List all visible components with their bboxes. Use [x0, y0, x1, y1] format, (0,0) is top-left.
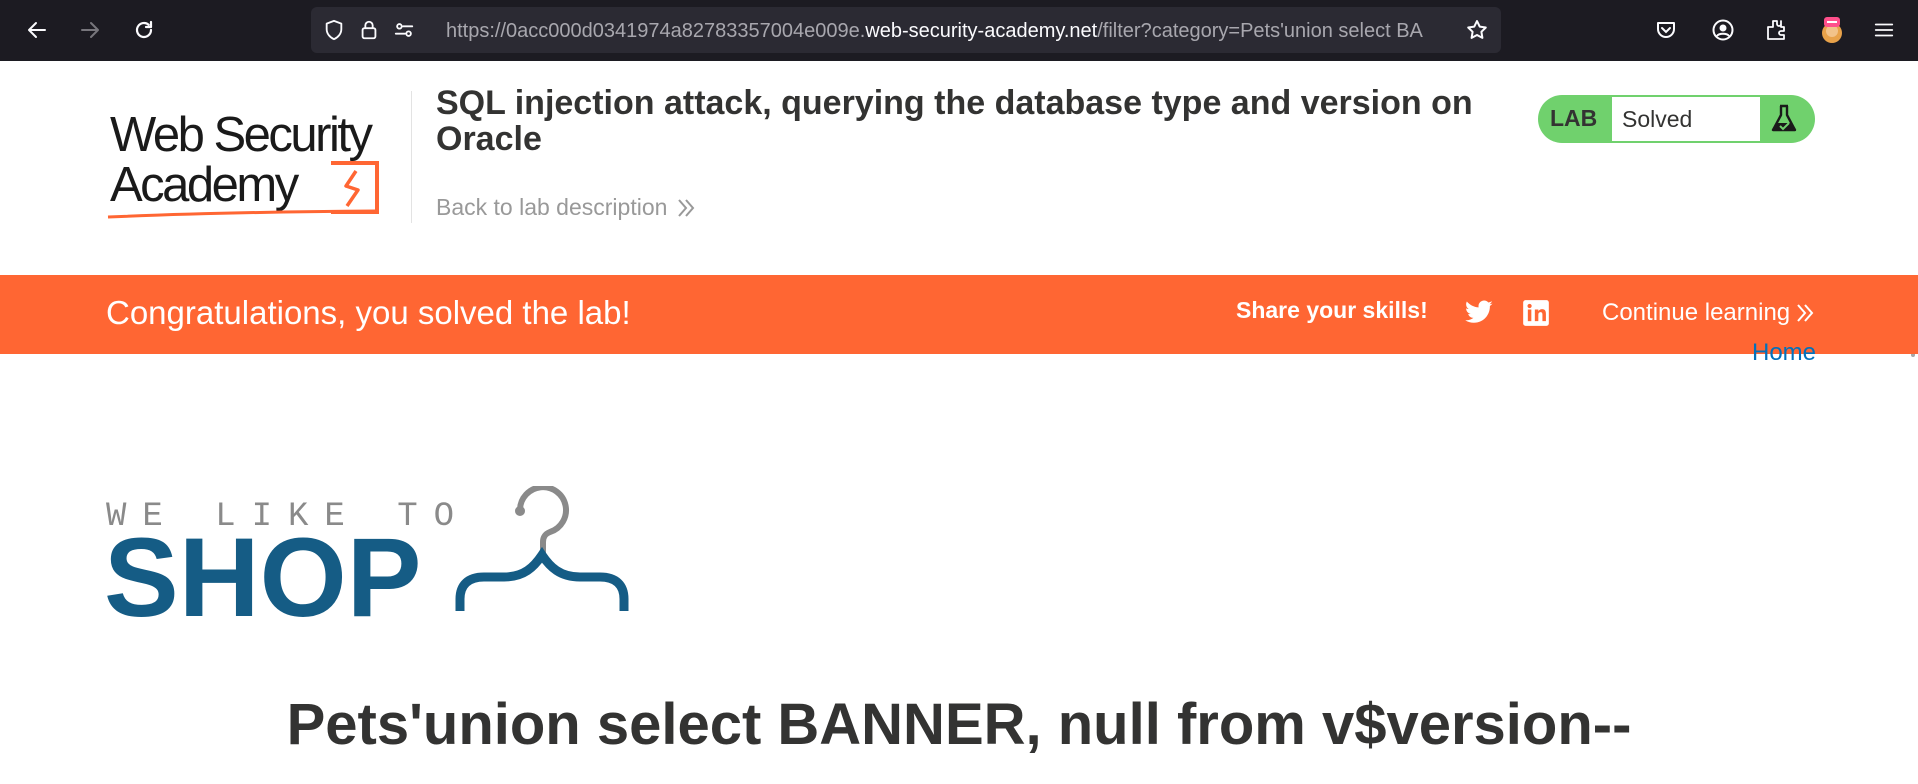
- congratulations-message: Congratulations, you solved the lab!: [106, 294, 631, 331]
- linkedin-icon: [1523, 300, 1549, 326]
- permissions-icon[interactable]: [392, 18, 416, 42]
- flask-icon: [1771, 104, 1797, 132]
- svg-text:Web Security: Web Security: [110, 108, 373, 162]
- home-link[interactable]: Home: [1752, 339, 1816, 367]
- lab-status-value: Solved: [1612, 97, 1760, 141]
- congratulations-banner: Congratulations, you solved the lab! Sha…: [0, 275, 1918, 354]
- star-icon[interactable]: [1465, 18, 1489, 42]
- extension-avatar-icon[interactable]: [1817, 15, 1847, 45]
- menu-icon[interactable]: [1869, 15, 1899, 45]
- url-host: web-security-academy.net: [865, 20, 1098, 42]
- browser-toolbar: https://0acc000d0341974a82783357004e009e…: [0, 0, 1918, 61]
- lab-status-widget: LAB Solved: [1538, 95, 1815, 143]
- web-security-academy-logo[interactable]: Web Security Academy: [106, 91, 406, 231]
- account-icon[interactable]: [1708, 15, 1738, 45]
- url-text[interactable]: https://0acc000d0341974a82783357004e009e…: [446, 18, 1446, 44]
- page-heading: Pets'union select BANNER, null from v$ve…: [286, 692, 1632, 757]
- twitter-icon: [1465, 300, 1493, 323]
- share-label: Share your skills!: [1236, 297, 1428, 323]
- svg-text:Academy: Academy: [110, 158, 300, 212]
- pocket-icon[interactable]: [1651, 15, 1681, 45]
- lab-title: SQL injection attack, querying the datab…: [436, 84, 1473, 158]
- url-prefix: https://0acc000d0341974a82783357004e009e…: [446, 20, 866, 42]
- forward-button[interactable]: [74, 14, 106, 46]
- linkedin-share-button[interactable]: [1520, 297, 1552, 329]
- svg-text:SHOP: SHOP: [104, 515, 421, 640]
- reload-button[interactable]: [128, 14, 160, 46]
- url-path: /filter?category=Pets'union select BA: [1097, 20, 1423, 42]
- lab-label: LAB: [1550, 105, 1598, 131]
- continue-learning-label: Continue learning: [1602, 299, 1791, 326]
- back-arrow-icon: [28, 22, 46, 38]
- address-bar[interactable]: https://0acc000d0341974a82783357004e009e…: [311, 7, 1501, 53]
- header-divider: [411, 91, 412, 223]
- twitter-share-button[interactable]: [1463, 297, 1495, 329]
- back-link-label: Back to lab description: [436, 194, 668, 220]
- we-like-to-shop-logo: WE LIKE TO SHOP: [104, 486, 629, 640]
- continue-learning-link[interactable]: Continue learning: [1602, 299, 1814, 327]
- lab-header: Web Security Academy SQL injection attac…: [0, 61, 1918, 275]
- back-to-lab-description-link[interactable]: Back to lab description: [436, 194, 695, 221]
- lock-icon[interactable]: [357, 18, 381, 42]
- hanger-icon: [455, 486, 629, 611]
- shield-icon[interactable]: [322, 18, 346, 42]
- extensions-icon[interactable]: [1761, 15, 1791, 45]
- double-chevron-icon: [1797, 304, 1814, 322]
- reload-icon: [135, 20, 153, 39]
- back-button[interactable]: [21, 14, 53, 46]
- double-chevron-icon: [678, 198, 695, 217]
- forward-arrow-icon: [81, 22, 99, 38]
- page-content: Web Security Academy SQL injection attac…: [0, 61, 1918, 784]
